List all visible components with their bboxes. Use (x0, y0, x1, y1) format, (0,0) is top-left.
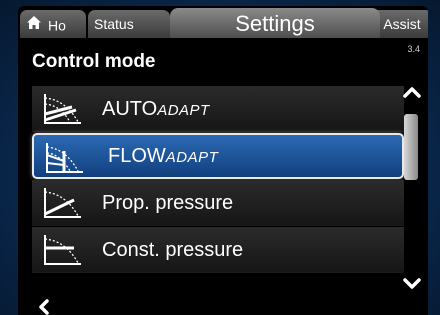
proportional-pressure-curve-icon (42, 186, 84, 220)
tab-status[interactable]: Status (88, 10, 170, 38)
tab-settings-label: Settings (235, 11, 315, 36)
home-icon (26, 11, 42, 38)
device-frame: Ho Status Assist Settings 3.4 Control mo… (0, 0, 440, 315)
chevron-down-icon (403, 278, 421, 289)
list-item-proportional-pressure[interactable]: Prop. pressure (32, 180, 404, 226)
page-title: Control mode (32, 51, 156, 72)
tab-settings[interactable]: Settings (170, 8, 380, 38)
scroll-up-button[interactable] (400, 82, 424, 102)
tab-bar: Ho Status Assist Settings (18, 6, 428, 40)
list-item-flowadapt[interactable]: FLOWADAPT (32, 133, 404, 179)
list-item-label: FLOWADAPT (108, 145, 219, 167)
scroll-down-button[interactable] (400, 274, 424, 294)
autoadapt-curve-icon (42, 92, 84, 126)
page-number: 3.4 (407, 44, 420, 54)
list-item-label: AUTOADAPT (102, 98, 210, 120)
list-item-label: Prop. pressure (102, 192, 234, 214)
list-item-constant-pressure[interactable]: Const. pressure (32, 227, 404, 273)
chevron-up-icon (403, 87, 421, 98)
tab-assist-label: Assist (383, 16, 421, 32)
display-screen: Ho Status Assist Settings 3.4 Control mo… (18, 6, 428, 315)
tab-home[interactable]: Ho (20, 10, 86, 38)
constant-pressure-curve-icon (42, 233, 84, 267)
list-item-label: Const. pressure (102, 239, 244, 261)
list-item-autoadapt[interactable]: AUTOADAPT (32, 86, 404, 132)
tab-home-label: Ho (48, 17, 66, 34)
scrollbar-track[interactable] (404, 106, 418, 272)
tab-status-label: Status (94, 16, 134, 32)
flowadapt-curve-icon (44, 141, 86, 175)
control-mode-list: AUTOADAPT FLOWADAPT Prop. pressure Const… (32, 86, 408, 306)
scrollbar-thumb[interactable] (404, 114, 418, 180)
chevron-left-icon (39, 299, 49, 315)
back-button[interactable] (34, 298, 56, 315)
